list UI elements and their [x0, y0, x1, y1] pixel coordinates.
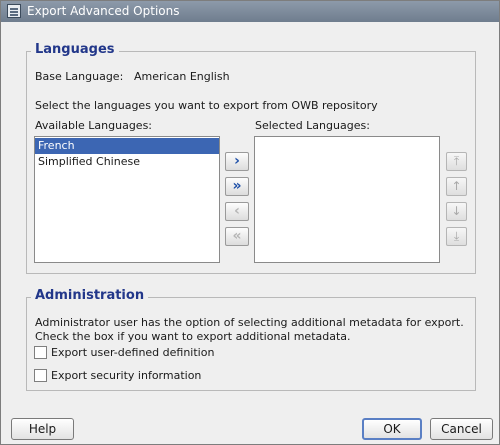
- export-security-checkbox[interactable]: [34, 369, 47, 382]
- move-to-top-button[interactable]: ⤒: [446, 152, 467, 171]
- move-right-button[interactable]: ›: [225, 152, 249, 171]
- administration-description-line2: Check the box if you want to export addi…: [35, 330, 351, 343]
- selected-languages-label: Selected Languages:: [255, 119, 370, 132]
- arrow-down-icon: ↓: [451, 204, 462, 218]
- move-up-button[interactable]: ↑: [446, 177, 467, 196]
- move-left-button[interactable]: ‹: [225, 202, 249, 221]
- chevron-left-icon: ‹: [234, 203, 240, 219]
- ok-button[interactable]: OK: [362, 418, 422, 440]
- selected-languages-list[interactable]: [254, 136, 440, 263]
- export-user-defined-label[interactable]: Export user-defined definition: [51, 346, 214, 359]
- help-button[interactable]: Help: [11, 418, 74, 440]
- move-all-left-button[interactable]: «: [225, 227, 249, 246]
- export-security-label[interactable]: Export security information: [51, 369, 201, 382]
- base-language-value: American English: [134, 70, 230, 83]
- list-item-simplified-chinese[interactable]: Simplified Chinese: [35, 154, 219, 170]
- cancel-button[interactable]: Cancel: [430, 418, 493, 440]
- arrow-up-icon: ↑: [451, 179, 462, 193]
- move-all-right-button[interactable]: »: [225, 177, 249, 196]
- administration-description-line1: Administrator user has the option of sel…: [35, 316, 464, 329]
- administration-legend: Administration: [31, 288, 149, 303]
- base-language-label: Base Language:: [35, 70, 124, 83]
- window-title: Export Advanced Options: [27, 4, 180, 18]
- chevron-right-icon: ›: [234, 153, 240, 169]
- export-advanced-options-dialog: Export Advanced Options Languages Base L…: [0, 0, 500, 445]
- move-top-icon: ⤒: [453, 154, 460, 168]
- available-languages-list[interactable]: French Simplified Chinese: [34, 136, 220, 263]
- move-to-bottom-button[interactable]: ⤓: [446, 227, 467, 246]
- list-item-french[interactable]: French: [35, 138, 219, 154]
- double-chevron-right-icon: »: [232, 178, 242, 194]
- double-chevron-left-icon: «: [232, 228, 242, 244]
- move-bottom-icon: ⤓: [453, 229, 460, 243]
- languages-legend: Languages: [31, 42, 119, 57]
- title-bar[interactable]: Export Advanced Options: [1, 1, 499, 22]
- move-down-button[interactable]: ↓: [446, 202, 467, 221]
- export-user-defined-checkbox[interactable]: [34, 346, 47, 359]
- available-languages-label: Available Languages:: [35, 119, 153, 132]
- window-menu-icon[interactable]: [7, 4, 21, 18]
- export-languages-instructions: Select the languages you want to export …: [35, 99, 378, 112]
